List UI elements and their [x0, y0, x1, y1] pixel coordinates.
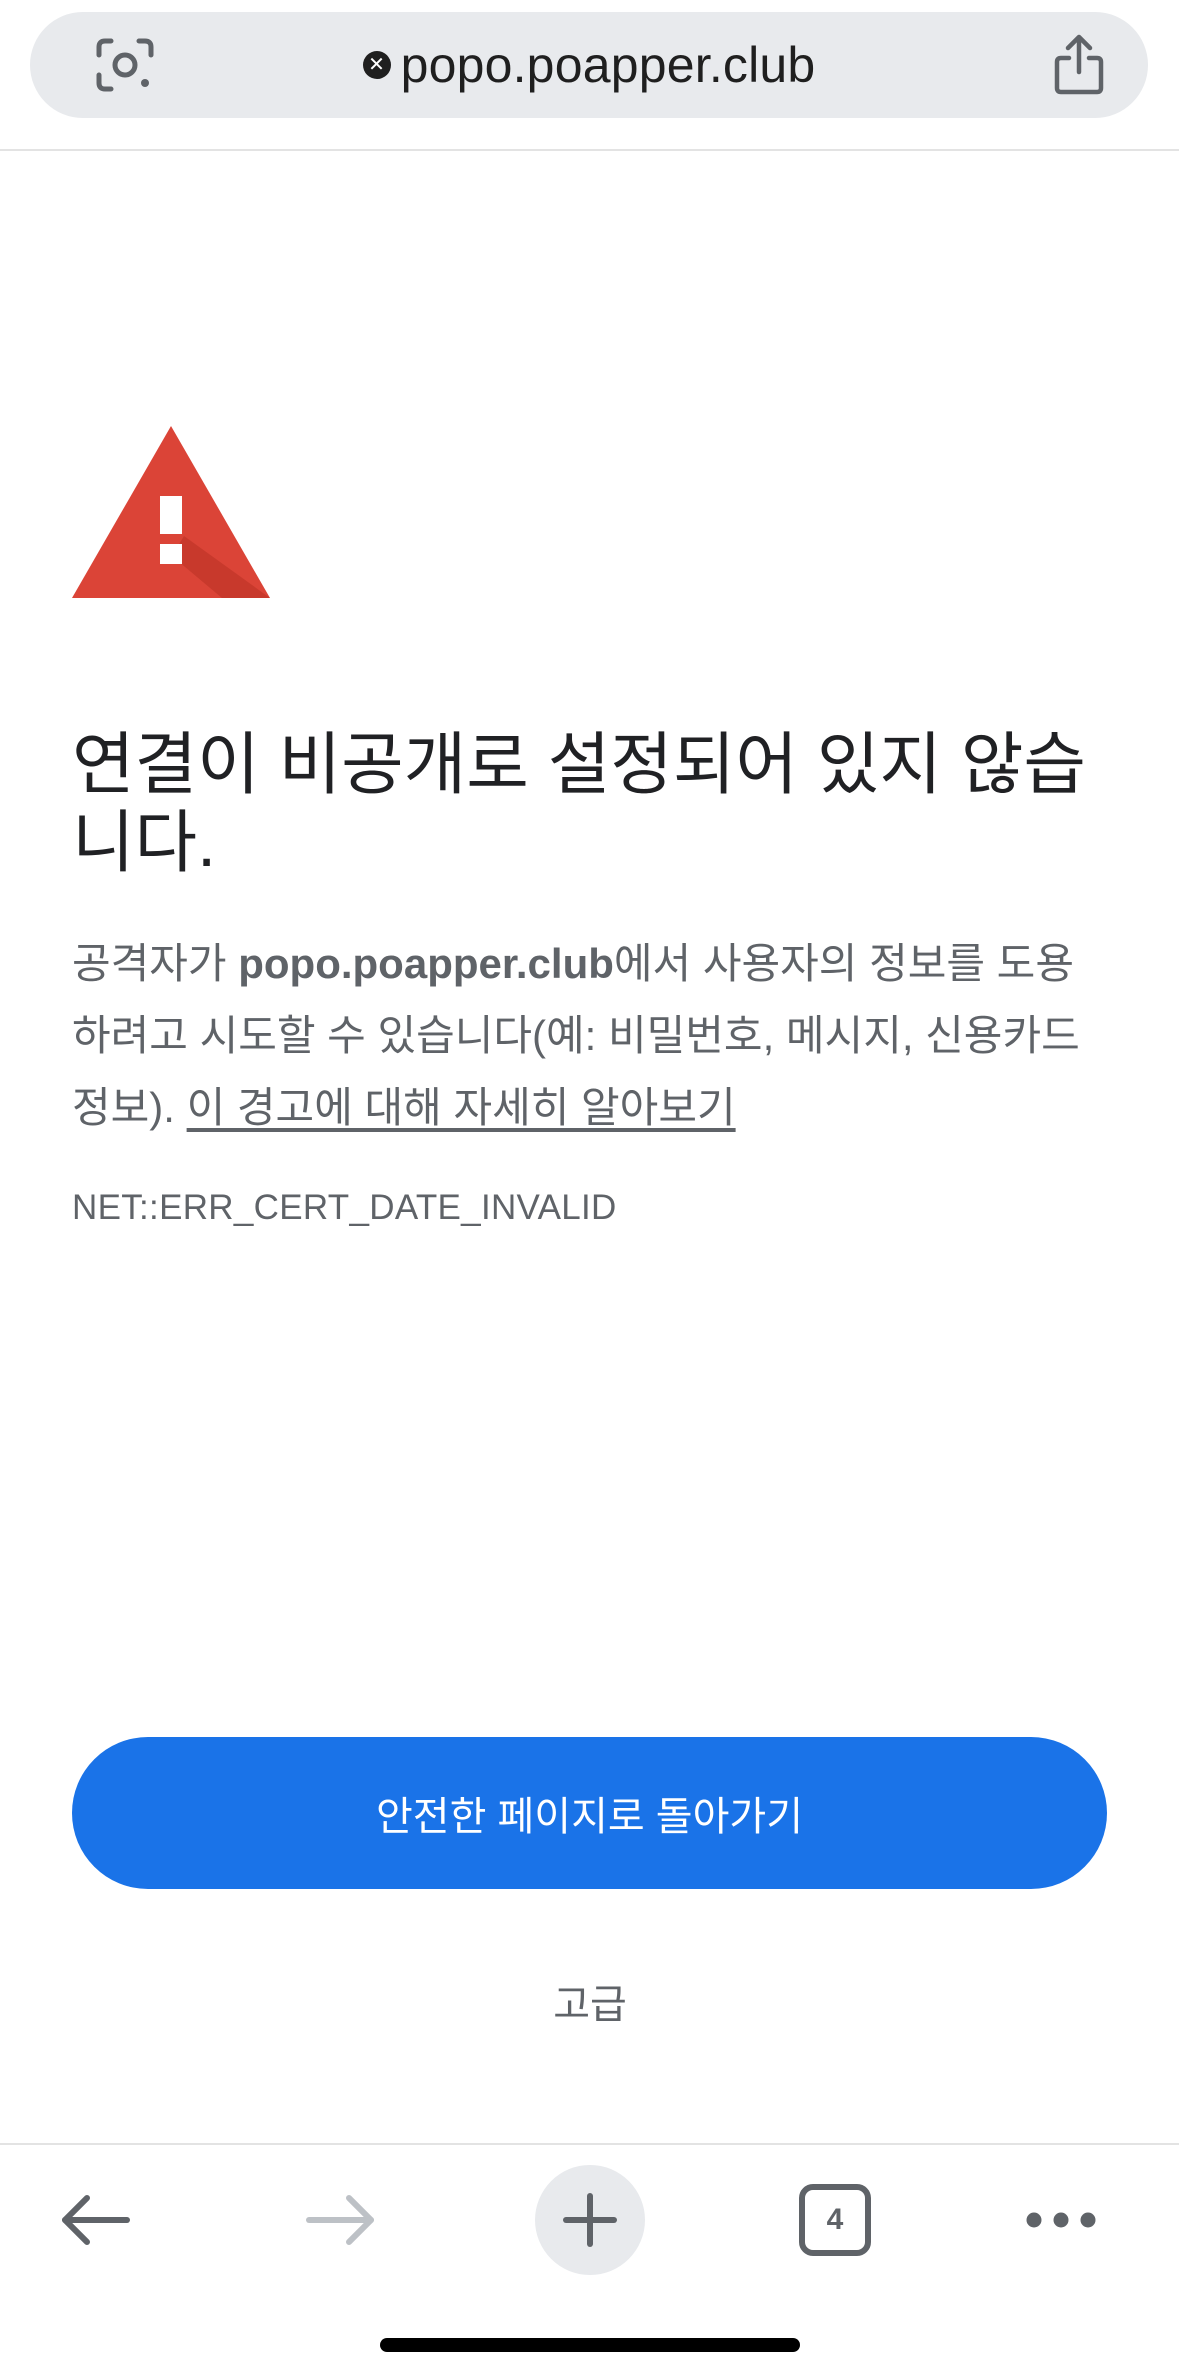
more-horizontal-icon[interactable] — [1006, 2165, 1116, 2275]
tab-count: 4 — [799, 2184, 871, 2256]
back-arrow-icon[interactable] — [40, 2165, 150, 2275]
learn-more-link[interactable]: 이 경고에 대해 자세히 알아보기 — [187, 1084, 736, 1131]
description-prefix: 공격자가 — [72, 940, 239, 987]
home-indicator — [380, 2338, 800, 2352]
share-icon[interactable] — [1044, 32, 1114, 98]
omnibox[interactable]: ✕ popo.poapper.club — [30, 12, 1148, 118]
description-domain: popo.poapper.club — [238, 940, 614, 987]
url-text: popo.poapper.club — [400, 37, 816, 93]
url-display[interactable]: ✕ popo.poapper.club — [230, 12, 948, 118]
google-lens-icon[interactable] — [86, 37, 164, 93]
plus-icon[interactable] — [535, 2165, 645, 2275]
warning-triangle-icon — [72, 426, 270, 598]
back-to-safety-button[interactable]: 안전한 페이지로 돌아가기 — [72, 1737, 1107, 1889]
advanced-button[interactable]: 고급 — [440, 1966, 740, 2036]
not-secure-x-icon[interactable]: ✕ — [362, 51, 391, 79]
address-bar: ✕ popo.poapper.club — [0, 0, 1179, 151]
forward-arrow-icon[interactable] — [286, 2165, 396, 2275]
tab-switcher-button[interactable]: 4 — [780, 2165, 890, 2275]
page-title: 연결이 비공개로 설정되어 있지 않습니다. — [72, 727, 1086, 881]
error-code: NET::ERR_CERT_DATE_INVALID — [72, 1188, 617, 1227]
warning-description: 공격자가 popo.poapper.club에서 사용자의 정보를 도용하려고 … — [72, 928, 1112, 1144]
